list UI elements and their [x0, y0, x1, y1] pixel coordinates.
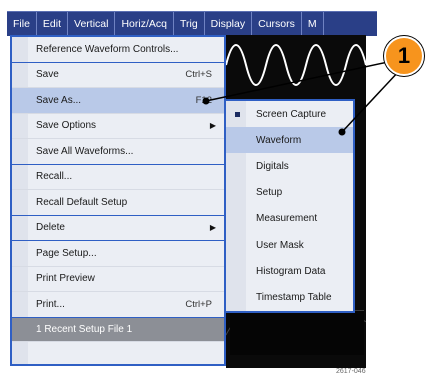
callout-badge: 1: [384, 36, 424, 76]
figure-id: 2617-046: [336, 368, 366, 375]
callout-leader-lines: [202, 61, 401, 136]
